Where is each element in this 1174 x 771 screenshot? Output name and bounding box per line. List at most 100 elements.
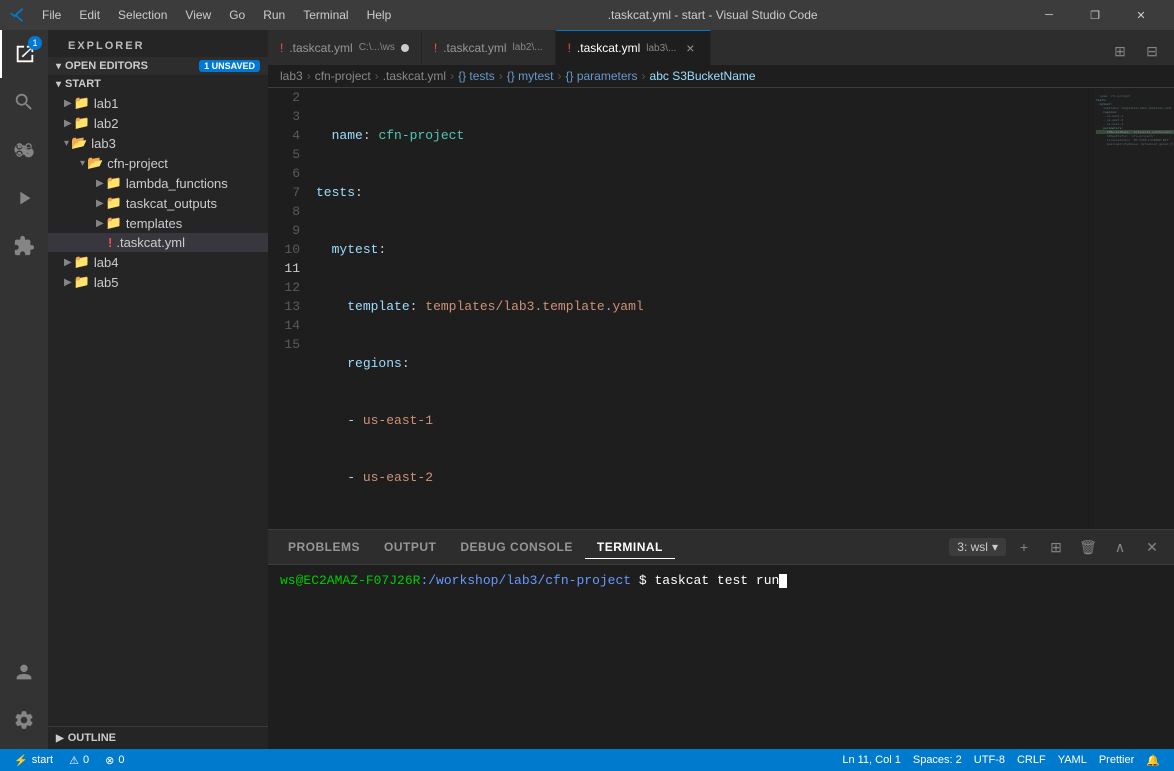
breadcrumb-sep-4: ›	[499, 69, 503, 83]
sidebar-item-lab1[interactable]: ▶ 📁 lab1	[48, 93, 268, 113]
line-num-2: 2	[268, 88, 300, 107]
add-terminal-button[interactable]: +	[1010, 533, 1038, 561]
breadcrumb-mytest[interactable]: {} mytest	[507, 69, 554, 83]
maximize-button[interactable]: ❐	[1072, 0, 1118, 30]
tab-taskcat-2[interactable]: ! .taskcat.yml lab2\...	[422, 30, 556, 65]
breadcrumb-sep-1: ›	[307, 69, 311, 83]
menu-terminal[interactable]: Terminal	[295, 6, 356, 24]
sidebar-item-lab3[interactable]: ▾ 📂 lab3	[48, 133, 268, 153]
lab4-chevron-icon: ▶	[64, 257, 72, 268]
taskcat-yml-label: .taskcat.yml	[116, 235, 185, 250]
lambda-label: lambda_functions	[126, 176, 228, 191]
line-num-12: 12	[268, 278, 300, 297]
sidebar-item-lab2[interactable]: ▶ 📁 lab2	[48, 113, 268, 133]
panel-tabs: PROBLEMS OUTPUT DEBUG CONSOLE TERMINAL 3…	[268, 530, 1174, 565]
sidebar-item-taskcat-outputs[interactable]: ▶ 📁 taskcat_outputs	[48, 193, 268, 213]
panel-tab-output[interactable]: OUTPUT	[372, 536, 448, 558]
explorer-activity-icon[interactable]: 1	[0, 30, 48, 78]
split-editor-button[interactable]: ⊞	[1106, 37, 1134, 65]
status-position-label: Ln 11, Col 1	[842, 754, 901, 766]
status-spaces[interactable]: Spaces: 2	[907, 749, 968, 771]
templates-chevron-icon: ▶	[96, 218, 104, 229]
kill-terminal-button[interactable]: 🗑	[1074, 533, 1102, 561]
sidebar: EXPLORER ▾ OPEN EDITORS 1 UNSAVED ▾ STAR…	[48, 30, 268, 749]
close-panel-button[interactable]: ✕	[1138, 533, 1166, 561]
menu-selection[interactable]: Selection	[110, 6, 175, 24]
terminal-content[interactable]: ws@EC2AMAZ-F07J26R:/workshop/lab3/cfn-pr…	[268, 565, 1174, 749]
status-errors[interactable]: ⊗ 0	[99, 749, 130, 771]
status-branch[interactable]: ⚡ start	[8, 749, 59, 771]
editor-content[interactable]: 2 3 4 5 6 7 8 9 10 11 12 13 14 15 name:	[268, 88, 1094, 529]
maximize-panel-button[interactable]: ∧	[1106, 533, 1134, 561]
breadcrumb-cfn-project[interactable]: cfn-project	[315, 69, 371, 83]
close-button[interactable]: ✕	[1118, 0, 1164, 30]
editor-layout-button[interactable]: ⊟	[1138, 37, 1166, 65]
activity-bottom	[0, 648, 48, 744]
menu-go[interactable]: Go	[221, 6, 253, 24]
explorer-badge: 1	[28, 36, 42, 50]
sidebar-item-templates[interactable]: ▶ 📁 templates	[48, 213, 268, 233]
cfn-project-folder-icon: 📂	[87, 155, 103, 171]
status-eol[interactable]: CRLF	[1011, 749, 1052, 771]
lab3-label: lab3	[91, 136, 116, 151]
status-notifications[interactable]: 🔔	[1140, 749, 1166, 771]
sidebar-item-cfn-project[interactable]: ▾ 📂 cfn-project	[48, 153, 268, 173]
line-num-15: 15	[268, 335, 300, 354]
bell-icon: 🔔	[1146, 754, 1160, 767]
breadcrumb: lab3 › cfn-project › .taskcat.yml › {} t…	[268, 65, 1174, 88]
source-control-activity-icon[interactable]	[0, 126, 48, 174]
terminal-prompt: ws@EC2AMAZ-F07J26R	[280, 573, 420, 588]
line-numbers: 2 3 4 5 6 7 8 9 10 11 12 13 14 15	[268, 88, 308, 529]
menu-file[interactable]: File	[34, 6, 69, 24]
sidebar-item-lambda-functions[interactable]: ▶ 📁 lambda_functions	[48, 173, 268, 193]
status-warnings[interactable]: ⚠ 0	[63, 749, 95, 771]
settings-activity-icon[interactable]	[0, 696, 48, 744]
tab-1-modified-dot	[401, 44, 409, 52]
menu-edit[interactable]: Edit	[71, 6, 108, 24]
breadcrumb-tests[interactable]: {} tests	[458, 69, 495, 83]
start-section[interactable]: ▾ START	[48, 75, 268, 93]
lab3-folder-icon: 📂	[71, 135, 87, 151]
minimize-button[interactable]: ─	[1026, 0, 1072, 30]
window-title: .taskcat.yml - start - Visual Studio Cod…	[399, 8, 1026, 22]
status-encoding[interactable]: UTF-8	[968, 749, 1011, 771]
line-num-6: 6	[268, 164, 300, 183]
menu-run[interactable]: Run	[255, 6, 293, 24]
sidebar-item-taskcat-yml[interactable]: ! .taskcat.yml	[48, 233, 268, 252]
minimap: name: cfn-project tests: mytest: templat…	[1094, 88, 1174, 529]
open-editors-section[interactable]: ▾ OPEN EDITORS 1 UNSAVED	[48, 57, 268, 75]
breadcrumb-parameters[interactable]: {} parameters	[565, 69, 637, 83]
error-icon: ⊗	[105, 754, 114, 767]
panel-tab-terminal[interactable]: TERMINAL	[585, 536, 675, 559]
code-area[interactable]: name: cfn-project tests: mytest: templat…	[308, 88, 1094, 529]
split-terminal-button[interactable]: ⊞	[1042, 533, 1070, 561]
breadcrumb-s3bucketname[interactable]: abc S3BucketName	[650, 69, 756, 83]
code-line-7: - us-east-1	[316, 411, 1094, 430]
breadcrumb-taskcat-yml[interactable]: .taskcat.yml	[383, 69, 446, 83]
menu-help[interactable]: Help	[359, 6, 400, 24]
status-language[interactable]: YAML	[1052, 749, 1093, 771]
title-bar: File Edit Selection View Go Run Terminal…	[0, 0, 1174, 30]
extensions-activity-icon[interactable]	[0, 222, 48, 270]
tab-taskcat-1[interactable]: ! .taskcat.yml C:\...\ws	[268, 30, 422, 65]
sidebar-item-lab5[interactable]: ▶ 📁 lab5	[48, 272, 268, 292]
tab-3-close-button[interactable]: ×	[682, 40, 698, 56]
tab-taskcat-3[interactable]: ! .taskcat.yml lab3\... ×	[556, 30, 712, 65]
status-formatter[interactable]: Prettier	[1093, 749, 1140, 771]
run-debug-activity-icon[interactable]	[0, 174, 48, 222]
outline-section[interactable]: ▶ OUTLINE	[48, 726, 268, 749]
tab-1-icon: !	[280, 41, 283, 55]
tab-2-icon: !	[434, 41, 437, 55]
status-position[interactable]: Ln 11, Col 1	[836, 749, 907, 771]
breadcrumb-lab3[interactable]: lab3	[280, 69, 303, 83]
menu-view[interactable]: View	[177, 6, 219, 24]
panel-tab-problems[interactable]: PROBLEMS	[276, 536, 372, 558]
sidebar-item-lab4[interactable]: ▶ 📁 lab4	[48, 252, 268, 272]
tab-bar: ! .taskcat.yml C:\...\ws ! .taskcat.yml …	[268, 30, 1174, 65]
terminal-selector[interactable]: 3: wsl ▾	[949, 538, 1006, 556]
accounts-activity-icon[interactable]	[0, 648, 48, 696]
lambda-chevron-icon: ▶	[96, 178, 104, 189]
search-activity-icon[interactable]	[0, 78, 48, 126]
panel-tab-debug-console[interactable]: DEBUG CONSOLE	[448, 536, 585, 558]
status-language-label: YAML	[1058, 754, 1087, 766]
